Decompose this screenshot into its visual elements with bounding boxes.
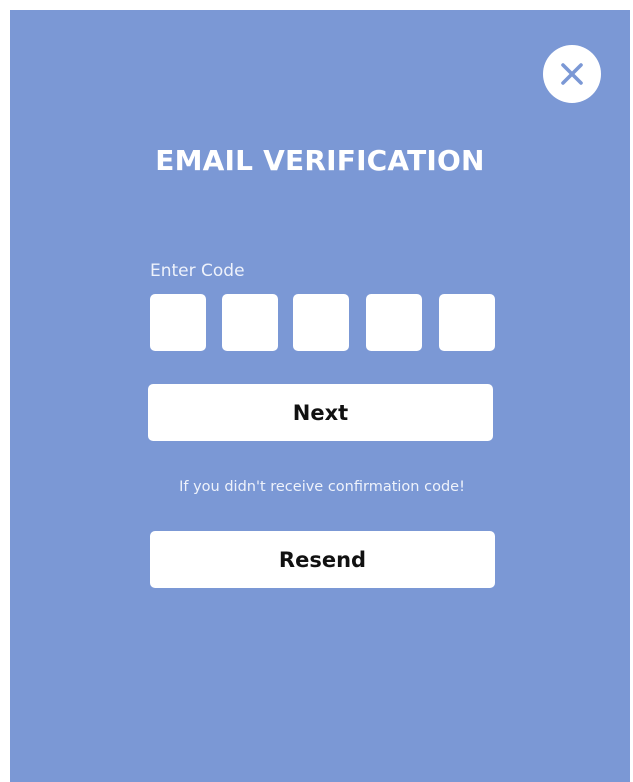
code-label: Enter Code bbox=[150, 261, 245, 281]
resend-button[interactable]: Resend bbox=[150, 531, 495, 588]
code-digit-4[interactable] bbox=[366, 294, 422, 351]
next-button[interactable]: Next bbox=[148, 384, 493, 441]
code-digit-1[interactable] bbox=[150, 294, 206, 351]
close-button[interactable] bbox=[543, 45, 601, 103]
code-digit-2[interactable] bbox=[222, 294, 278, 351]
resend-hint: If you didn't receive confirmation code! bbox=[179, 479, 465, 495]
verification-dialog: EMAIL VERIFICATION Enter Code Next If yo… bbox=[10, 10, 630, 782]
close-icon bbox=[561, 63, 583, 85]
code-input-row bbox=[150, 294, 495, 352]
page-title: EMAIL VERIFICATION bbox=[155, 144, 485, 177]
code-digit-5[interactable] bbox=[439, 294, 495, 351]
code-digit-3[interactable] bbox=[293, 294, 349, 351]
